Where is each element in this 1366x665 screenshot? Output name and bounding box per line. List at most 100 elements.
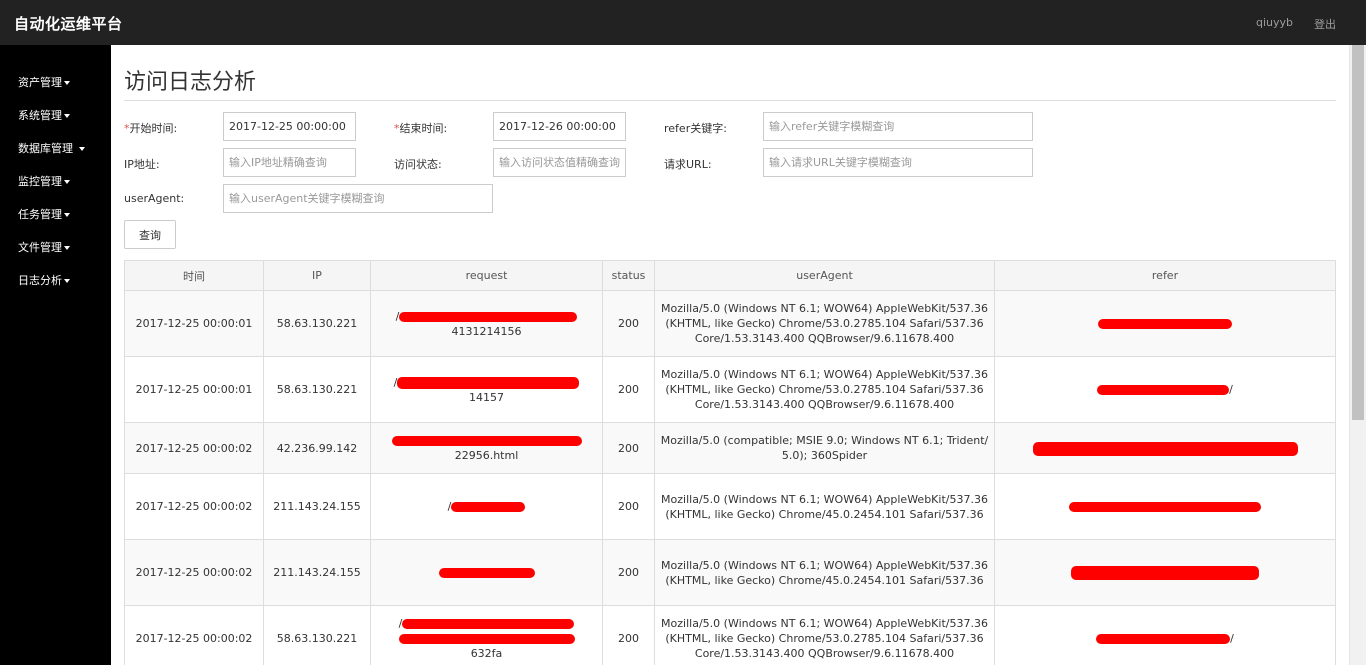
- sidebar-item-logs[interactable]: 日志分析: [18, 272, 70, 288]
- redaction-mark: [1069, 502, 1261, 512]
- status-label: 访问状态:: [394, 158, 442, 171]
- redaction-mark: [402, 619, 575, 629]
- cell-status: 200: [602, 290, 655, 357]
- caret-down-icon: [78, 147, 85, 151]
- cell-time: 2017-12-25 00:00:02: [124, 605, 264, 665]
- caret-down-icon: [64, 279, 70, 283]
- refer-input[interactable]: [763, 112, 1033, 141]
- cell-status: 200: [602, 605, 655, 665]
- cell-ip: 58.63.130.221: [263, 605, 371, 665]
- caret-down-icon: [64, 180, 70, 184]
- url-label: 请求URL:: [664, 158, 712, 171]
- sidebar-item-system[interactable]: 系统管理: [18, 107, 70, 123]
- cell-time: 2017-12-25 00:00:02: [124, 539, 264, 606]
- redaction-mark: [1097, 385, 1230, 395]
- title-divider: [124, 100, 1336, 101]
- cell-request: /4131214156: [370, 290, 603, 357]
- refer-suffix: /: [1230, 632, 1234, 645]
- redaction-mark: [438, 568, 535, 578]
- logout-link[interactable]: 登出: [1314, 16, 1336, 32]
- request-suffix: 22956.html: [454, 449, 519, 462]
- query-button[interactable]: 查询: [124, 220, 176, 249]
- col-header-request: request: [370, 260, 603, 291]
- refer-label: refer关键字:: [664, 122, 727, 135]
- cell-ip: 211.143.24.155: [263, 473, 371, 540]
- col-header-status: status: [602, 260, 655, 291]
- page-title: 访问日志分析: [124, 70, 257, 95]
- redaction-mark: [397, 376, 580, 389]
- cell-ip: 42.236.99.142: [263, 422, 371, 474]
- cell-refer: /: [994, 605, 1336, 665]
- page-scrollbar[interactable]: [1349, 45, 1366, 665]
- redaction-mark: [1071, 566, 1259, 580]
- status-input[interactable]: [493, 148, 626, 177]
- sidebar-item-tasks[interactable]: 任务管理: [18, 206, 70, 222]
- cell-request: [370, 539, 603, 606]
- ip-label: IP地址:: [124, 158, 160, 171]
- sidebar-item-assets[interactable]: 资产管理: [18, 74, 70, 90]
- cell-status: 200: [602, 356, 655, 423]
- redaction-mark: [391, 436, 582, 446]
- col-header-ip: IP: [263, 260, 371, 291]
- cell-refer: /: [994, 356, 1336, 423]
- cell-time: 2017-12-25 00:00:02: [124, 422, 264, 474]
- useragent-label: userAgent:: [124, 192, 185, 205]
- redaction-mark: [1098, 319, 1232, 329]
- request-suffix: 4131214156: [451, 324, 522, 338]
- cell-ip: 58.63.130.221: [263, 290, 371, 357]
- username-link[interactable]: qiuyyb: [1256, 16, 1293, 29]
- start-time-input[interactable]: [223, 112, 356, 141]
- sidebar-item-label: 文件管理: [18, 241, 62, 254]
- log-table: 时间 IP request status userAgent refer 201…: [124, 260, 1336, 665]
- col-header-refer: refer: [994, 260, 1336, 291]
- col-header-time: 时间: [124, 260, 264, 291]
- cell-status: 200: [602, 473, 655, 540]
- main-content: 访问日志分析 *开始时间: *结束时间: refer关键字: IP地址: 访问状…: [111, 45, 1349, 665]
- cell-ip: 211.143.24.155: [263, 539, 371, 606]
- redaction-mark: [451, 502, 526, 512]
- sidebar-item-label: 任务管理: [18, 208, 62, 221]
- table-row: 2017-12-25 00:00:02 211.143.24.155 200 M…: [124, 539, 1336, 606]
- request-suffix: 632fa: [470, 647, 503, 660]
- sidebar-item-label: 日志分析: [18, 274, 62, 287]
- caret-down-icon: [64, 81, 70, 85]
- sidebar-item-files[interactable]: 文件管理: [18, 239, 70, 255]
- table-row: 2017-12-25 00:00:02 58.63.130.221 /632fa…: [124, 605, 1336, 665]
- scrollbar-thumb[interactable]: [1352, 45, 1364, 420]
- cell-request: /632fa: [370, 605, 603, 665]
- cell-useragent: Mozilla/5.0 (Windows NT 6.1; WOW64) Appl…: [654, 356, 995, 423]
- redaction-mark: [399, 311, 578, 322]
- cell-useragent: Mozilla/5.0 (Windows NT 6.1; WOW64) Appl…: [654, 473, 995, 540]
- cell-request: /: [370, 473, 603, 540]
- url-input[interactable]: [763, 148, 1033, 177]
- sidebar-item-database[interactable]: 数据库管理: [18, 140, 85, 156]
- cell-time: 2017-12-25 00:00:02: [124, 473, 264, 540]
- sidebar: 资产管理 系统管理 数据库管理 监控管理 任务管理 文件管理 日志分析: [0, 45, 111, 665]
- cell-refer: [994, 473, 1336, 540]
- cell-request: 22956.html: [370, 422, 603, 474]
- cell-request: /14157: [370, 356, 603, 423]
- sidebar-item-label: 系统管理: [18, 109, 62, 122]
- end-time-label-text: 结束时间:: [399, 122, 448, 135]
- useragent-input[interactable]: [223, 184, 493, 213]
- sidebar-item-label: 资产管理: [18, 76, 62, 89]
- cell-useragent: Mozilla/5.0 (compatible; MSIE 9.0; Windo…: [654, 422, 995, 474]
- caret-down-icon: [64, 246, 70, 250]
- redaction-mark: [1032, 441, 1298, 456]
- end-time-input[interactable]: [493, 112, 626, 141]
- ip-input[interactable]: [223, 148, 356, 177]
- cell-useragent: Mozilla/5.0 (Windows NT 6.1; WOW64) Appl…: [654, 290, 995, 357]
- request-suffix: 14157: [469, 390, 504, 404]
- redaction-mark: [398, 634, 575, 644]
- app-brand[interactable]: 自动化运维平台: [14, 13, 123, 34]
- sidebar-item-monitor[interactable]: 监控管理: [18, 173, 70, 189]
- start-time-label-text: 开始时间:: [129, 122, 178, 135]
- cell-status: 200: [602, 422, 655, 474]
- cell-status: 200: [602, 539, 655, 606]
- cell-useragent: Mozilla/5.0 (Windows NT 6.1; WOW64) Appl…: [654, 539, 995, 606]
- col-header-useragent: userAgent: [654, 260, 995, 291]
- start-time-label: *开始时间:: [124, 120, 177, 136]
- end-time-label: *结束时间:: [394, 120, 447, 136]
- sidebar-item-label: 监控管理: [18, 175, 62, 188]
- sidebar-item-label: 数据库管理: [18, 142, 73, 155]
